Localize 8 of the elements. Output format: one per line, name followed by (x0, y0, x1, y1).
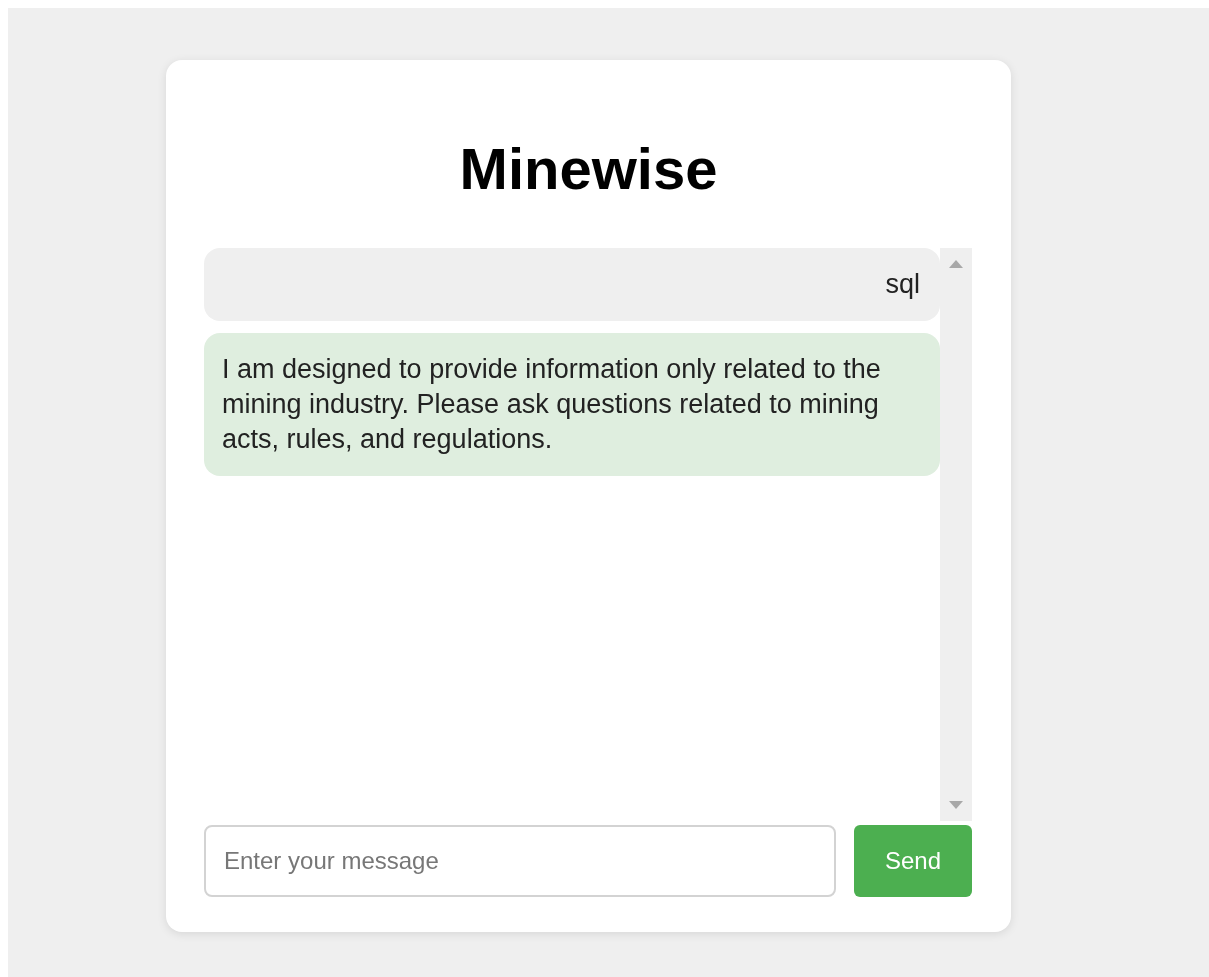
send-button[interactable]: Send (854, 825, 972, 897)
message-input[interactable]: Enter your message (204, 825, 836, 897)
bot-message: I am designed to provide information only related to the mining industry. Please ask questions related to mining acts, rules, and regulations. (204, 333, 940, 476)
scroll-up-icon[interactable] (949, 260, 963, 268)
scrollbar[interactable] (940, 248, 972, 821)
scroll-down-icon[interactable] (949, 801, 963, 809)
app-title: Minewise (458, 136, 719, 202)
user-message: sql (204, 248, 940, 321)
